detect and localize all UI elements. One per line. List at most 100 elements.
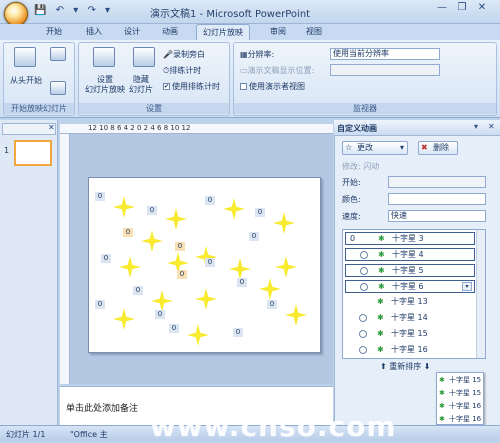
office-button[interactable]: [4, 2, 28, 26]
star-shape[interactable]: [113, 308, 135, 330]
animation-tag: 0: [123, 228, 133, 237]
presenter-view-checkbox[interactable]: 使用演示者视图: [240, 81, 305, 92]
star-effect-icon: ☆: [345, 143, 353, 152]
close-pane-icon[interactable]: ✕: [48, 123, 55, 132]
list-item[interactable]: ✱ 十字星 15: [437, 387, 483, 399]
clock-icon: [360, 251, 368, 259]
undo-icon[interactable]: ↶: [56, 5, 64, 16]
context-dropdown-list: ✱ 十字星 15 ✱ 十字星 15 ✱ 十字星 16 ✱ 十字星 16: [436, 372, 484, 425]
tab-animations[interactable]: 动画: [162, 26, 178, 37]
pane-options-icon[interactable]: ▾: [474, 122, 478, 131]
setup-slideshow-button[interactable]: 设置 幻灯片放映: [85, 75, 125, 95]
move-up-icon[interactable]: ⬆: [380, 362, 387, 371]
slideshow-from-current-icon[interactable]: [50, 47, 66, 61]
checkbox-checked-icon: ✔: [163, 83, 170, 90]
star-shape[interactable]: [229, 258, 251, 280]
custom-show-icon[interactable]: [50, 81, 66, 95]
animation-tag: 0: [249, 232, 259, 241]
undo-dropdown-icon[interactable]: ▾: [73, 5, 78, 16]
list-item[interactable]: ✱ 十字星 15: [345, 328, 475, 341]
list-item[interactable]: ✱ 十字星 16: [437, 413, 483, 424]
hide-slide-button[interactable]: 隐藏 幻灯片: [129, 75, 153, 95]
use-rehearsed-timings-checkbox[interactable]: ✔ 使用排练计时: [163, 81, 220, 92]
list-item[interactable]: ✱ 十字星 15: [437, 374, 483, 386]
remove-effect-button[interactable]: ✖ 删除: [418, 141, 458, 155]
effect-star-icon: ✱: [377, 297, 384, 306]
list-item[interactable]: ✱ 十字星 5: [345, 264, 475, 277]
theme-name: "Office 主: [70, 430, 108, 439]
star-shape[interactable]: [223, 198, 245, 220]
tab-review[interactable]: 审阅: [270, 26, 286, 37]
tab-design[interactable]: 设计: [124, 26, 140, 37]
tab-home[interactable]: 开始: [46, 26, 62, 37]
maximize-button[interactable]: ❐: [452, 2, 472, 16]
list-item[interactable]: ✱ 十字星 14: [345, 312, 475, 325]
list-item[interactable]: ✱ 十字星 16: [345, 344, 475, 357]
star-shape[interactable]: [275, 256, 297, 278]
clock-icon: [359, 330, 367, 338]
watermark: www.cnso.com: [150, 410, 397, 443]
effect-star-icon: ✱: [439, 415, 445, 423]
list-item[interactable]: ✱ 十字星 4: [345, 248, 475, 261]
slideshow-from-start-icon[interactable]: [14, 47, 36, 67]
slide-counter: 幻灯片 1/1: [6, 430, 46, 439]
color-dropdown[interactable]: [388, 193, 486, 205]
resolution-dropdown[interactable]: 使用当前分辨率: [330, 48, 440, 60]
close-pane-icon[interactable]: ✕: [488, 122, 495, 131]
minimize-button[interactable]: —: [432, 2, 452, 16]
speed-dropdown[interactable]: 快速: [388, 210, 486, 222]
list-item[interactable]: ✱ 十字星 13: [345, 296, 475, 309]
clock-icon: [359, 314, 367, 322]
hide-slide-icon[interactable]: [133, 47, 155, 67]
slide-canvas[interactable]: 0 0 0 0 0 0 0 0 0 0 0 0 0 0 0 0 0: [88, 177, 321, 353]
star-shape[interactable]: [195, 288, 217, 310]
tab-view[interactable]: 视图: [306, 26, 322, 37]
start-label: 开始:: [342, 178, 361, 187]
clock-icon: [360, 267, 368, 275]
close-button[interactable]: ✕: [472, 2, 492, 16]
clock-icon: [360, 283, 368, 291]
show-on-dropdown[interactable]: [330, 64, 440, 76]
group-start-slideshow: 从头开始 开始放映幻灯片: [3, 42, 75, 116]
from-start-button[interactable]: 从头开始: [10, 75, 42, 86]
redo-icon[interactable]: ↷: [87, 5, 95, 16]
rehearse-timings-button[interactable]: ⏱排练计时: [163, 65, 201, 76]
list-item[interactable]: ✱ 十字星 16: [437, 400, 483, 412]
list-scrollbar[interactable]: [476, 230, 485, 358]
star-shape[interactable]: [113, 196, 135, 218]
horizontal-ruler: 12 10 8 6 4 2 0 2 4 6 8 10 12: [60, 124, 333, 134]
group-setup: 设置 幻灯片放映 隐藏 幻灯片 🎤录制旁白 ⏱排练计时 ✔ 使用排练计时 设置: [78, 42, 230, 116]
star-shape[interactable]: [141, 230, 163, 252]
slide-thumbnail[interactable]: [14, 140, 52, 166]
tab-slideshow[interactable]: 幻灯片放映: [196, 24, 250, 41]
move-down-icon[interactable]: ⬇: [424, 362, 431, 371]
star-shape[interactable]: [165, 208, 187, 230]
list-item[interactable]: 0 ✱ 十字星 3: [345, 232, 475, 245]
animation-tag: 0: [175, 242, 185, 251]
group-monitors: ▦分辨率: 使用当前分辨率 ▭演示文稿显示位置: 使用演示者视图 监视器: [233, 42, 497, 116]
chevron-down-icon[interactable]: ▾: [462, 282, 472, 291]
list-item[interactable]: ✱ 十字星 6 ▾: [345, 280, 475, 293]
setup-slideshow-icon[interactable]: [93, 47, 115, 67]
slide-number: 1: [4, 146, 10, 155]
animation-tag: 0: [177, 270, 187, 279]
effect-star-icon: ✱: [439, 389, 445, 397]
star-shape[interactable]: [285, 304, 307, 326]
clock-icon: [359, 346, 367, 354]
show-on-label: ▭演示文稿显示位置:: [240, 66, 315, 75]
change-effect-button[interactable]: ☆ 更改 ▾: [342, 141, 408, 155]
star-shape[interactable]: [151, 290, 173, 312]
star-shape[interactable]: [187, 324, 209, 346]
animation-tag: 0: [101, 254, 111, 263]
start-dropdown[interactable]: [388, 176, 486, 188]
customize-qa-icon[interactable]: ▾: [105, 5, 110, 16]
animation-tag: 0: [95, 300, 105, 309]
group-label: 开始放映幻灯片: [4, 103, 74, 114]
animation-list[interactable]: 0 ✱ 十字星 3 ✱ 十字星 4 ✱ 十字星 5 ✱ 十字星 6 ▾ ✱ 十字星 13 ✱ 十…: [342, 229, 486, 359]
star-shape[interactable]: [259, 278, 281, 300]
tab-insert[interactable]: 插入: [86, 26, 102, 37]
record-narration-button[interactable]: 🎤录制旁白: [163, 49, 205, 60]
star-shape[interactable]: [119, 256, 141, 278]
save-icon[interactable]: 💾: [34, 5, 46, 16]
star-shape[interactable]: [273, 212, 295, 234]
